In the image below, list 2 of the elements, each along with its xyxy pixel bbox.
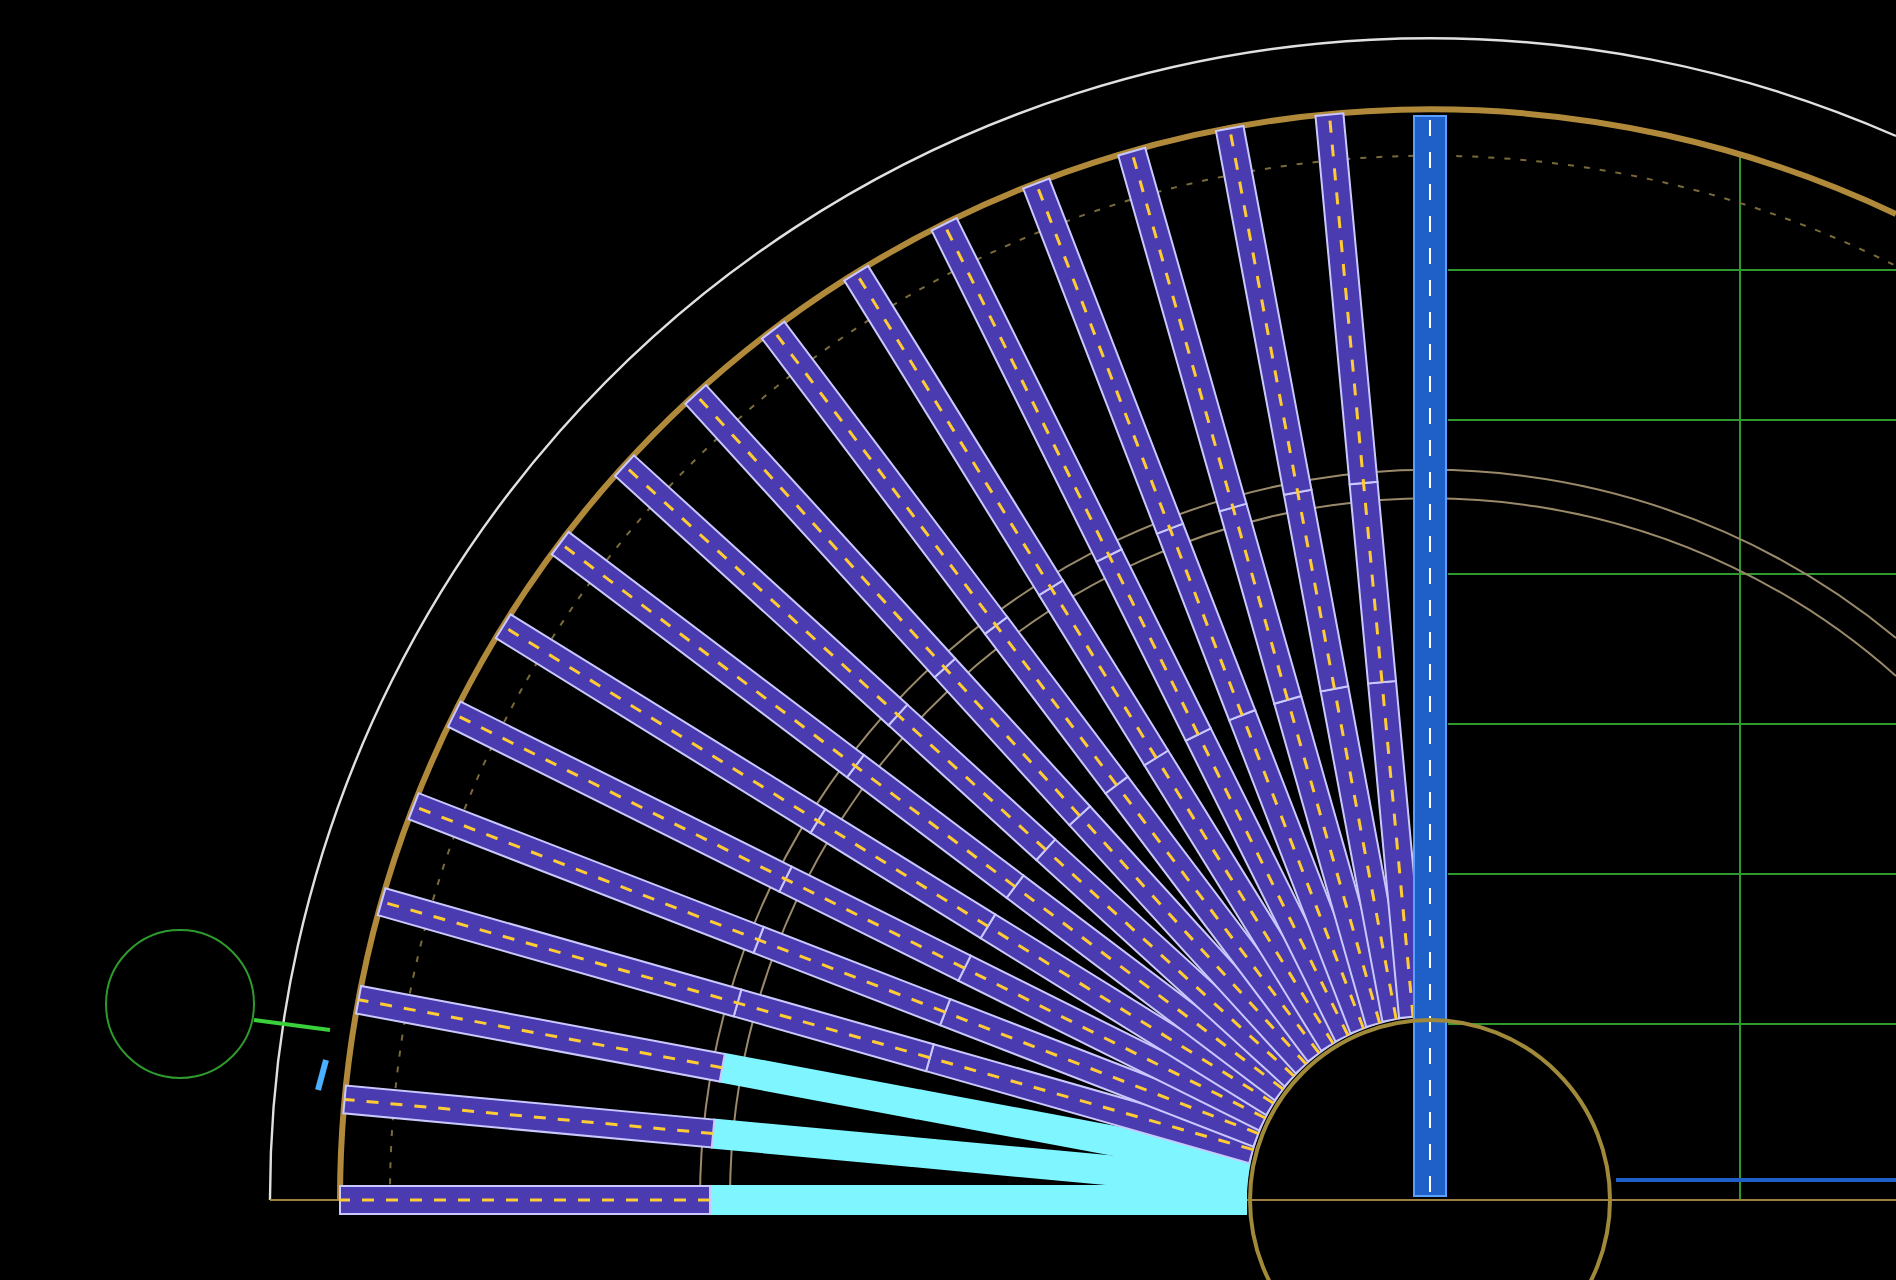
connector-line bbox=[253, 1018, 331, 1032]
marker-line bbox=[315, 1059, 329, 1091]
